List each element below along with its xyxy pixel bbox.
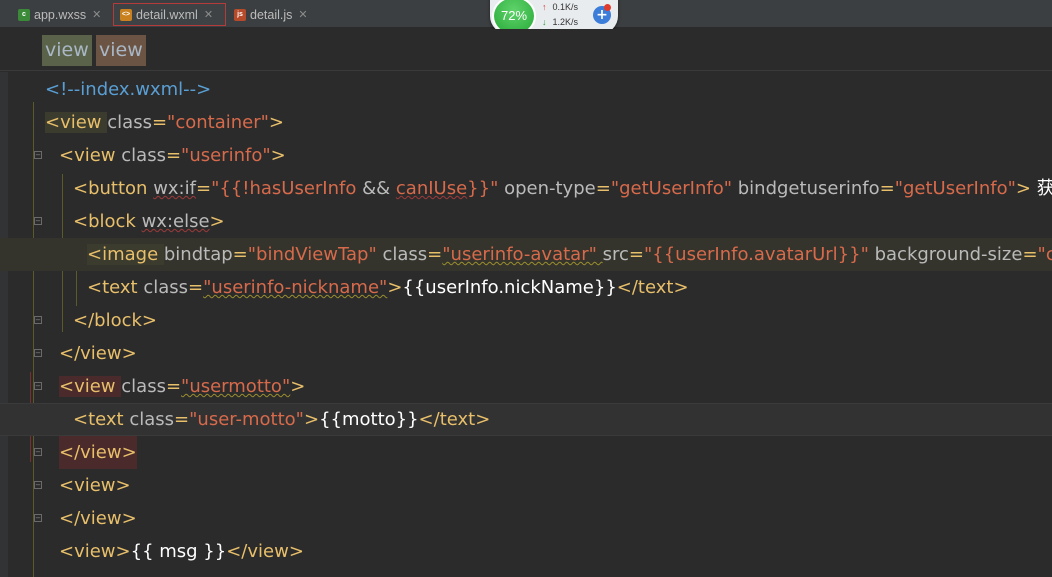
code-line[interactable]: <button wx:if="{{!hasUserInfo && canIUse…: [0, 172, 1052, 205]
css-file-icon: c: [18, 8, 30, 21]
tab-app-wxss[interactable]: c app.wxss ✕: [12, 3, 107, 26]
notification-dot: [604, 4, 611, 11]
tab-detail-js[interactable]: js detail.js ✕: [228, 3, 314, 26]
fold-icon[interactable]: −: [34, 514, 42, 522]
code-text: <view class="usermotto">: [59, 376, 306, 397]
code-line[interactable]: <text class="userinfo-nickname">{{userIn…: [0, 271, 1052, 304]
code-text: <view class="userinfo">: [59, 145, 286, 166]
breadcrumb-item[interactable]: view: [42, 35, 92, 66]
breadcrumb-item[interactable]: view: [96, 35, 146, 66]
code-line-current[interactable]: <text class="user-motto">{{motto}}</text…: [0, 403, 1052, 436]
code-line[interactable]: <view>{{ msg }}</view>: [0, 535, 1052, 568]
close-icon[interactable]: ✕: [298, 8, 307, 21]
fold-icon[interactable]: −: [34, 382, 42, 390]
close-icon[interactable]: ✕: [92, 8, 101, 21]
arrow-up-icon: ↑: [542, 2, 547, 12]
code-text: </view>: [59, 436, 137, 469]
close-icon[interactable]: ✕: [204, 8, 213, 21]
code-text: <button wx:if="{{!hasUserInfo && canIUse…: [73, 178, 1052, 199]
code-editor[interactable]: <!--index.wxml--> <view class="container…: [0, 72, 1052, 577]
code-text: </view>: [59, 343, 137, 364]
code-line[interactable]: − </view>: [0, 337, 1052, 370]
code-line[interactable]: − <view class="usermotto">: [0, 370, 1052, 403]
code-text: </block>: [73, 310, 157, 331]
code-line[interactable]: − <view class="userinfo">: [0, 139, 1052, 172]
tab-label: detail.js: [250, 7, 293, 22]
fold-icon[interactable]: −: [34, 217, 42, 225]
download-speed: ↓ 1.2K/s: [542, 17, 579, 27]
xml-comment: <!--index.wxml-->: [45, 79, 212, 100]
tab-label: app.wxss: [34, 7, 87, 22]
js-file-icon: js: [234, 8, 246, 21]
code-line[interactable]: <view class="container">: [0, 106, 1052, 139]
code-line[interactable]: − </block>: [0, 304, 1052, 337]
code-line[interactable]: <!--index.wxml-->: [0, 73, 1052, 106]
breadcrumb: view view: [0, 29, 1052, 71]
code-text: <view>: [59, 475, 131, 496]
code-text: <text class="userinfo-nickname">{{userIn…: [87, 277, 689, 298]
code-line[interactable]: − <view>: [0, 469, 1052, 502]
fold-icon[interactable]: −: [34, 349, 42, 357]
arrow-down-icon: ↓: [542, 17, 547, 27]
fold-icon[interactable]: −: [34, 151, 42, 159]
tab-label: detail.wxml: [136, 7, 198, 22]
tab-detail-wxml[interactable]: <> detail.wxml ✕: [113, 3, 226, 26]
code-text: <image bindtap="bindViewTap" class="user…: [87, 244, 1052, 265]
code-text: <block wx:else>: [73, 211, 225, 232]
xml-file-icon: <>: [120, 8, 132, 21]
code-text: <text class="user-motto">{{motto}}</text…: [73, 409, 491, 430]
upload-speed: ↑ 0.1K/s: [542, 2, 579, 12]
code-text: <view class="container">: [45, 112, 284, 133]
fold-icon[interactable]: −: [34, 481, 42, 489]
code-line[interactable]: − </view>: [0, 436, 1052, 469]
fold-icon[interactable]: −: [34, 448, 42, 456]
code-line[interactable]: <image bindtap="bindViewTap" class="user…: [0, 238, 1052, 271]
fold-icon[interactable]: −: [34, 316, 42, 324]
code-text: <view>{{ msg }}</view>: [59, 541, 304, 562]
code-text: </view>: [59, 508, 137, 529]
code-line[interactable]: − <block wx:else>: [0, 205, 1052, 238]
code-line[interactable]: − </view>: [0, 502, 1052, 535]
